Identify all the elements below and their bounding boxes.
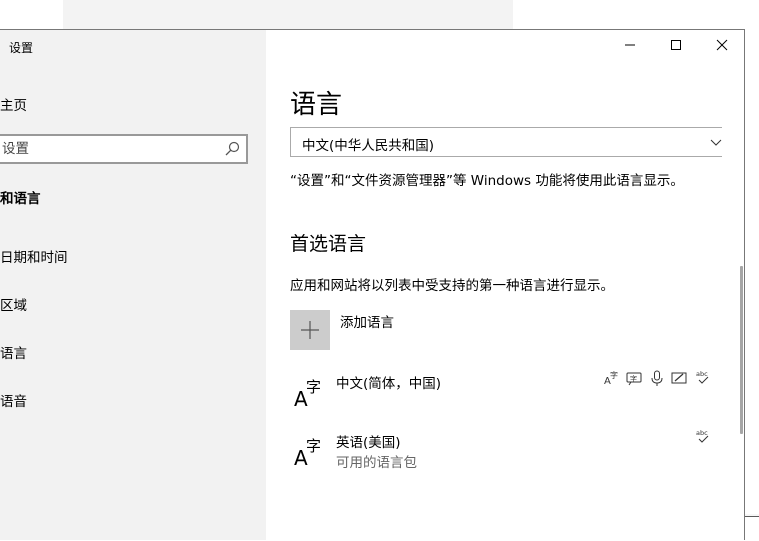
add-language-label[interactable]: 添加语言 (340, 311, 394, 331)
display-language-icon: A 字 (604, 370, 618, 387)
language-item-chinese[interactable]: A 字 中文(简体，中国) A 字 字 abc (290, 369, 722, 421)
search-input[interactable] (0, 136, 212, 162)
svg-text:字: 字 (306, 378, 321, 396)
svg-text:abc: abc (696, 370, 708, 378)
svg-text:字: 字 (610, 370, 618, 380)
handwriting-icon (671, 372, 687, 384)
svg-text:abc: abc (696, 429, 708, 437)
svg-text:字: 字 (306, 437, 321, 455)
sidebar-item-home[interactable]: 主页 (0, 94, 27, 114)
language-glyph-icon: A 字 (294, 378, 321, 411)
background-window (63, 0, 513, 30)
close-button[interactable] (699, 30, 745, 60)
minimize-button[interactable] (607, 30, 653, 60)
svg-text:字: 字 (630, 374, 637, 383)
sidebar-item-language[interactable]: 语言 (0, 342, 27, 362)
language-status: 可用的语言包 (336, 455, 417, 471)
maximize-icon (671, 40, 681, 50)
minimize-icon (625, 44, 635, 46)
language-name: 中文(简体，中国) (336, 376, 442, 392)
plus-icon (301, 321, 319, 339)
vertical-scrollbar[interactable] (740, 266, 743, 434)
sidebar-item-time-language[interactable]: 和语言 (0, 187, 41, 207)
sidebar: 设置 主页 和语言 日期和时间 区域 语言 语音 (0, 30, 266, 540)
settings-search[interactable] (0, 134, 248, 164)
sidebar-item-date-time[interactable]: 日期和时间 (0, 246, 68, 266)
display-language-description: “设置”和“文件资源管理器”等 Windows 功能将使用此语言显示。 (290, 173, 684, 189)
settings-window: 设置 主页 和语言 日期和时间 区域 语言 语音 语言 中文(中华人民共和国) … (0, 29, 745, 540)
windows-display-language-select[interactable]: 中文(中华人民共和国) (290, 127, 722, 157)
close-icon (716, 39, 728, 51)
spellcheck-icon: abc (696, 370, 709, 384)
microphone-icon (651, 370, 663, 386)
selected-display-language: 中文(中华人民共和国) (302, 138, 435, 154)
preferred-languages-description: 应用和网站将以列表中受支持的第一种语言进行显示。 (290, 278, 614, 294)
language-glyph-icon: A 字 (294, 437, 321, 470)
search-icon[interactable] (224, 141, 240, 157)
spellcheck-icon: abc (696, 429, 709, 443)
text-to-speech-icon: 字 (626, 372, 642, 386)
sidebar-item-speech[interactable]: 语音 (0, 390, 27, 410)
chevron-down-icon (710, 139, 722, 146)
add-language-button[interactable] (290, 310, 330, 350)
window-title: 设置 (9, 41, 34, 55)
page-title: 语言 (290, 90, 343, 120)
language-name: 英语(美国) (336, 435, 401, 451)
language-item-english[interactable]: A 字 英语(美国) 可用的语言包 abc (290, 428, 722, 480)
maximize-button[interactable] (653, 30, 699, 60)
sidebar-item-region[interactable]: 区域 (0, 294, 27, 314)
preferred-languages-heading: 首选语言 (290, 233, 367, 255)
